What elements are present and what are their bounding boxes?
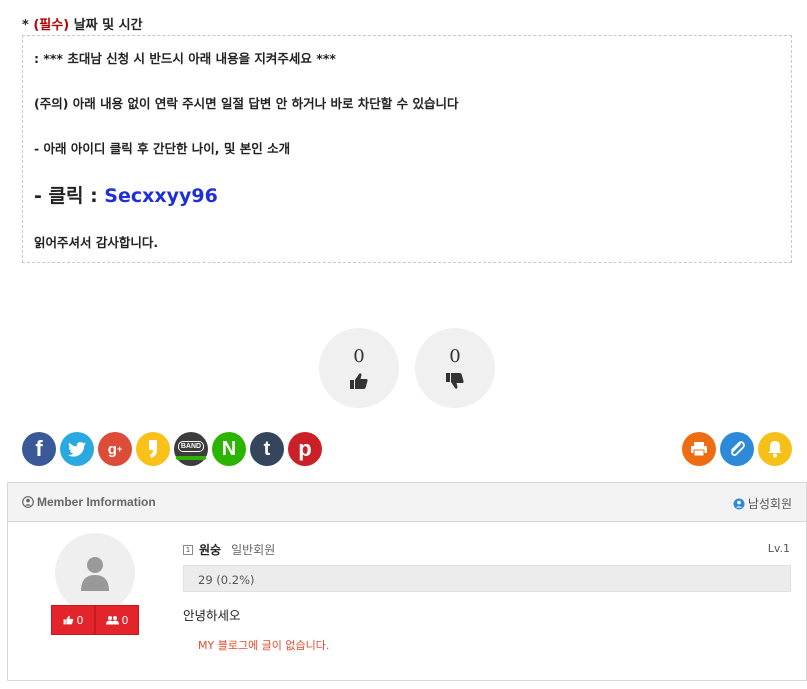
field-label-text: 날짜 및 시간 [73, 18, 143, 33]
kakaostory-icon[interactable] [136, 432, 170, 466]
google-plus-icon[interactable]: g + [98, 432, 132, 466]
member-panel: Member Imformation 남성회원 0 0 1 원숭 일반회원 Lv… [7, 482, 807, 681]
vote-down-button[interactable]: 0 [415, 328, 495, 408]
avatar[interactable] [55, 533, 135, 613]
facebook-icon[interactable]: f [22, 432, 56, 466]
member-friends[interactable]: 0 [95, 605, 139, 635]
notice-line-4: - 클릭 : Secxxyy96 [34, 181, 218, 208]
member-level: Lv.1 [767, 542, 790, 555]
member-likes-count: 0 [76, 613, 84, 627]
member-name-row: 1 원숭 일반회원 [183, 541, 275, 558]
vote-up-button[interactable]: 0 [319, 328, 399, 408]
notice-line-2: (주의) 아래 내용 없이 연락 주시면 일절 답변 안 하거나 바로 차단할 … [34, 96, 459, 111]
band-icon[interactable]: BAND [174, 432, 208, 466]
click-prefix: - 클릭 : [34, 185, 105, 207]
user-id-link[interactable]: Secxxyy96 [104, 185, 218, 207]
member-gender-text: 남성회원 [747, 497, 792, 511]
print-icon[interactable] [682, 432, 716, 466]
member-gender: 남성회원 [733, 495, 792, 512]
member-exp-bar: 29 (0.2%) [183, 565, 791, 592]
member-stats: 0 0 [51, 605, 139, 635]
field-label: * (필수) 날짜 및 시간 [22, 14, 143, 33]
member-panel-header: Member Imformation 남성회원 [8, 483, 806, 522]
notice-line-1: : *** 초대남 신청 시 반드시 아래 내용을 지켜주세요 *** [34, 51, 336, 66]
member-title-text: Member Imformation [37, 495, 156, 509]
member-name[interactable]: 원숭 [199, 541, 221, 558]
member-greeting: 안녕하세오 [183, 608, 241, 623]
member-likes[interactable]: 0 [51, 605, 95, 635]
thumbs-up-icon [350, 373, 368, 389]
member-friends-count: 0 [121, 613, 129, 627]
pinterest-icon[interactable]: p [288, 432, 322, 466]
member-panel-title: Member Imformation [22, 495, 156, 509]
band-label: BAND [177, 440, 205, 452]
member-grade: 일반회원 [231, 543, 276, 557]
vote-up-count: 0 [353, 346, 365, 367]
twitter-icon[interactable] [60, 432, 94, 466]
thumbs-up-icon [63, 615, 73, 625]
users-icon [105, 616, 119, 625]
gender-user-icon [733, 498, 745, 509]
level-icon: 1 [183, 544, 193, 555]
vote-down-count: 0 [449, 346, 461, 367]
required-tag: (필수) [33, 18, 70, 33]
clip-icon[interactable] [720, 432, 754, 466]
required-star: * [22, 18, 29, 33]
blog-empty-message: MY 블로그에 글이 없습니다. [198, 639, 330, 652]
default-avatar-icon [81, 557, 109, 591]
notice-box: : *** 초대남 신청 시 반드시 아래 내용을 지켜주세요 *** (주의)… [22, 35, 792, 263]
user-circle-icon [22, 496, 34, 508]
notice-line-5: 읽어주셔서 감사합니다. [34, 235, 159, 250]
thumbs-down-icon [446, 373, 464, 389]
bell-icon[interactable] [758, 432, 792, 466]
tumblr-icon[interactable]: t [250, 432, 284, 466]
naver-icon[interactable]: N [212, 432, 246, 466]
notice-line-3: - 아래 아이디 클릭 후 간단한 나이, 및 본인 소개 [34, 141, 291, 156]
